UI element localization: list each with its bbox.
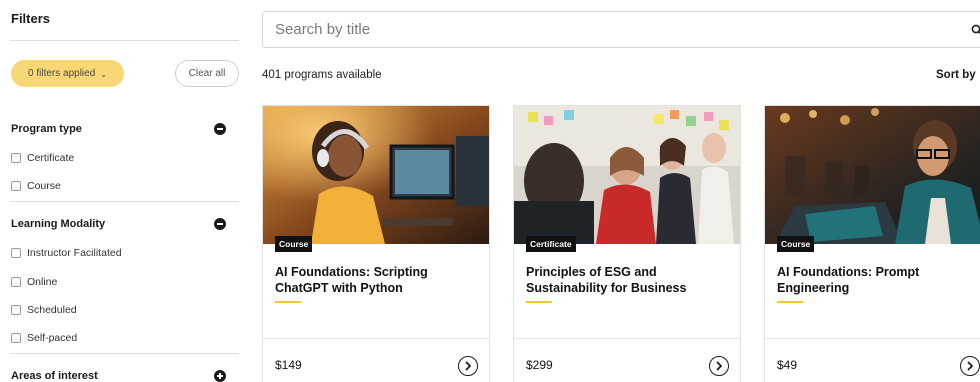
view-program-button[interactable]: [458, 356, 478, 376]
program-type-badge: Course: [275, 236, 313, 252]
option-label: Online: [27, 276, 58, 288]
card-price: $49: [777, 358, 798, 372]
accent-bar: [777, 301, 803, 303]
program-card[interactable]: Course AI Foundations: Prompt Engineerin…: [764, 105, 980, 382]
results-count: 401 programs available: [262, 69, 382, 81]
chevron-right-icon: [465, 361, 471, 371]
option-label: Self-paced: [27, 332, 78, 344]
checkbox[interactable]: [11, 153, 21, 163]
search-bar[interactable]: [262, 11, 980, 48]
checkbox[interactable]: [11, 277, 21, 287]
divider: [514, 338, 740, 339]
sort-by-dropdown[interactable]: Sort by: [936, 69, 976, 81]
chevron-right-icon: [716, 361, 722, 371]
filter-option-scheduled[interactable]: Scheduled: [11, 303, 77, 317]
expand-icon[interactable]: [214, 370, 226, 382]
filter-option-course[interactable]: Course: [11, 179, 61, 193]
option-label: Instructor Facilitated: [27, 247, 122, 259]
accent-bar: [275, 301, 301, 303]
card-image: [263, 106, 489, 244]
section-program-type[interactable]: Program type: [11, 121, 226, 137]
collapse-icon[interactable]: [214, 123, 226, 135]
collapse-icon[interactable]: [214, 218, 226, 230]
card-title[interactable]: Principles of ESG and Sustainability for…: [526, 264, 731, 296]
filters-title: Filters: [11, 11, 51, 26]
card-title[interactable]: AI Foundations: Scripting ChatGPT with P…: [275, 264, 480, 296]
search-icon[interactable]: [971, 24, 980, 36]
divider: [263, 338, 489, 339]
checkbox[interactable]: [11, 333, 21, 343]
card-price: $299: [526, 358, 553, 372]
search-input[interactable]: [275, 12, 955, 47]
filter-option-self-paced[interactable]: Self-paced: [11, 331, 77, 345]
checkbox[interactable]: [11, 248, 21, 258]
option-label: Course: [27, 180, 61, 192]
view-program-button[interactable]: [960, 356, 980, 376]
option-label: Certificate: [27, 152, 75, 164]
program-type-badge: Course: [777, 236, 815, 252]
section-label: Areas of interest: [11, 370, 98, 382]
card-price: $149: [275, 358, 302, 372]
filters-sidebar: Filters 0 filters applied ⌄ Clear all Pr…: [0, 0, 240, 382]
clear-all-button[interactable]: Clear all: [175, 60, 239, 87]
checkbox[interactable]: [11, 305, 21, 315]
checkbox[interactable]: [11, 181, 21, 191]
card-image: [765, 106, 980, 244]
chevron-down-icon: ⌄: [100, 70, 107, 79]
program-card[interactable]: Certificate Principles of ESG and Sustai…: [513, 105, 741, 382]
section-label: Program type: [11, 123, 82, 135]
section-label: Learning Modality: [11, 218, 106, 230]
option-label: Scheduled: [27, 304, 77, 316]
filters-applied-label: 0 filters applied: [28, 68, 96, 79]
divider: [10, 40, 239, 41]
chevron-right-icon: [967, 361, 973, 371]
filters-applied-dropdown[interactable]: 0 filters applied ⌄: [11, 60, 124, 87]
accent-bar: [526, 301, 552, 303]
filter-option-certificate[interactable]: Certificate: [11, 151, 74, 165]
section-areas-of-interest[interactable]: Areas of interest: [11, 368, 226, 382]
view-program-button[interactable]: [709, 356, 729, 376]
filter-option-online[interactable]: Online: [11, 275, 57, 289]
section-learning-modality[interactable]: Learning Modality: [11, 216, 226, 232]
card-title[interactable]: AI Foundations: Prompt Engineering: [777, 264, 980, 296]
card-image: [514, 106, 740, 244]
divider: [10, 201, 239, 202]
program-type-badge: Certificate: [526, 236, 576, 252]
filter-option-instructor-facilitated[interactable]: Instructor Facilitated: [11, 246, 122, 260]
divider: [10, 353, 239, 354]
program-card[interactable]: Course AI Foundations: Scripting ChatGPT…: [262, 105, 490, 382]
divider: [765, 338, 980, 339]
